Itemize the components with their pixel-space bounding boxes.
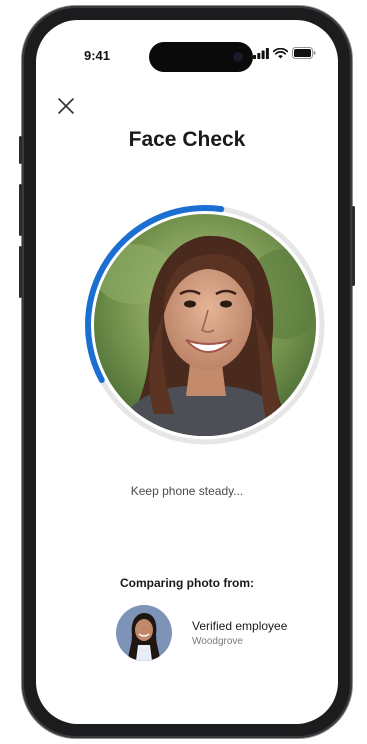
source-photo bbox=[116, 605, 172, 661]
status-icons bbox=[253, 47, 316, 59]
avatar bbox=[116, 605, 172, 661]
volume-down-button bbox=[19, 246, 22, 298]
scan-instruction: Keep phone steady... bbox=[130, 484, 244, 498]
comparison-label: Comparing photo from: bbox=[120, 576, 254, 590]
source-organization: Woodgrove bbox=[192, 636, 243, 647]
face-photo bbox=[94, 214, 316, 436]
camera-icon bbox=[233, 52, 243, 62]
side-button bbox=[19, 136, 22, 164]
face-scan-area bbox=[82, 202, 328, 448]
power-button bbox=[352, 206, 355, 286]
face-camera-preview bbox=[94, 214, 316, 436]
status-bar: 9:41 bbox=[36, 20, 338, 72]
page-title: Face Check bbox=[128, 128, 246, 151]
close-icon bbox=[58, 98, 74, 114]
screen: 9:41 Face Check Keep phone steady... Com… bbox=[36, 20, 338, 724]
source-name: Verified employee bbox=[192, 619, 288, 633]
status-time: 9:41 bbox=[84, 48, 111, 63]
photo-source: Verified employee Woodgrove bbox=[116, 605, 287, 661]
phone-frame: 9:41 Face Check Keep phone steady... Com… bbox=[19, 6, 355, 738]
battery-icon bbox=[292, 47, 316, 59]
dynamic-island bbox=[149, 42, 253, 72]
wifi-icon bbox=[273, 47, 288, 58]
signal-icon bbox=[253, 47, 269, 59]
close-button[interactable] bbox=[54, 94, 78, 118]
volume-up-button bbox=[19, 184, 22, 236]
